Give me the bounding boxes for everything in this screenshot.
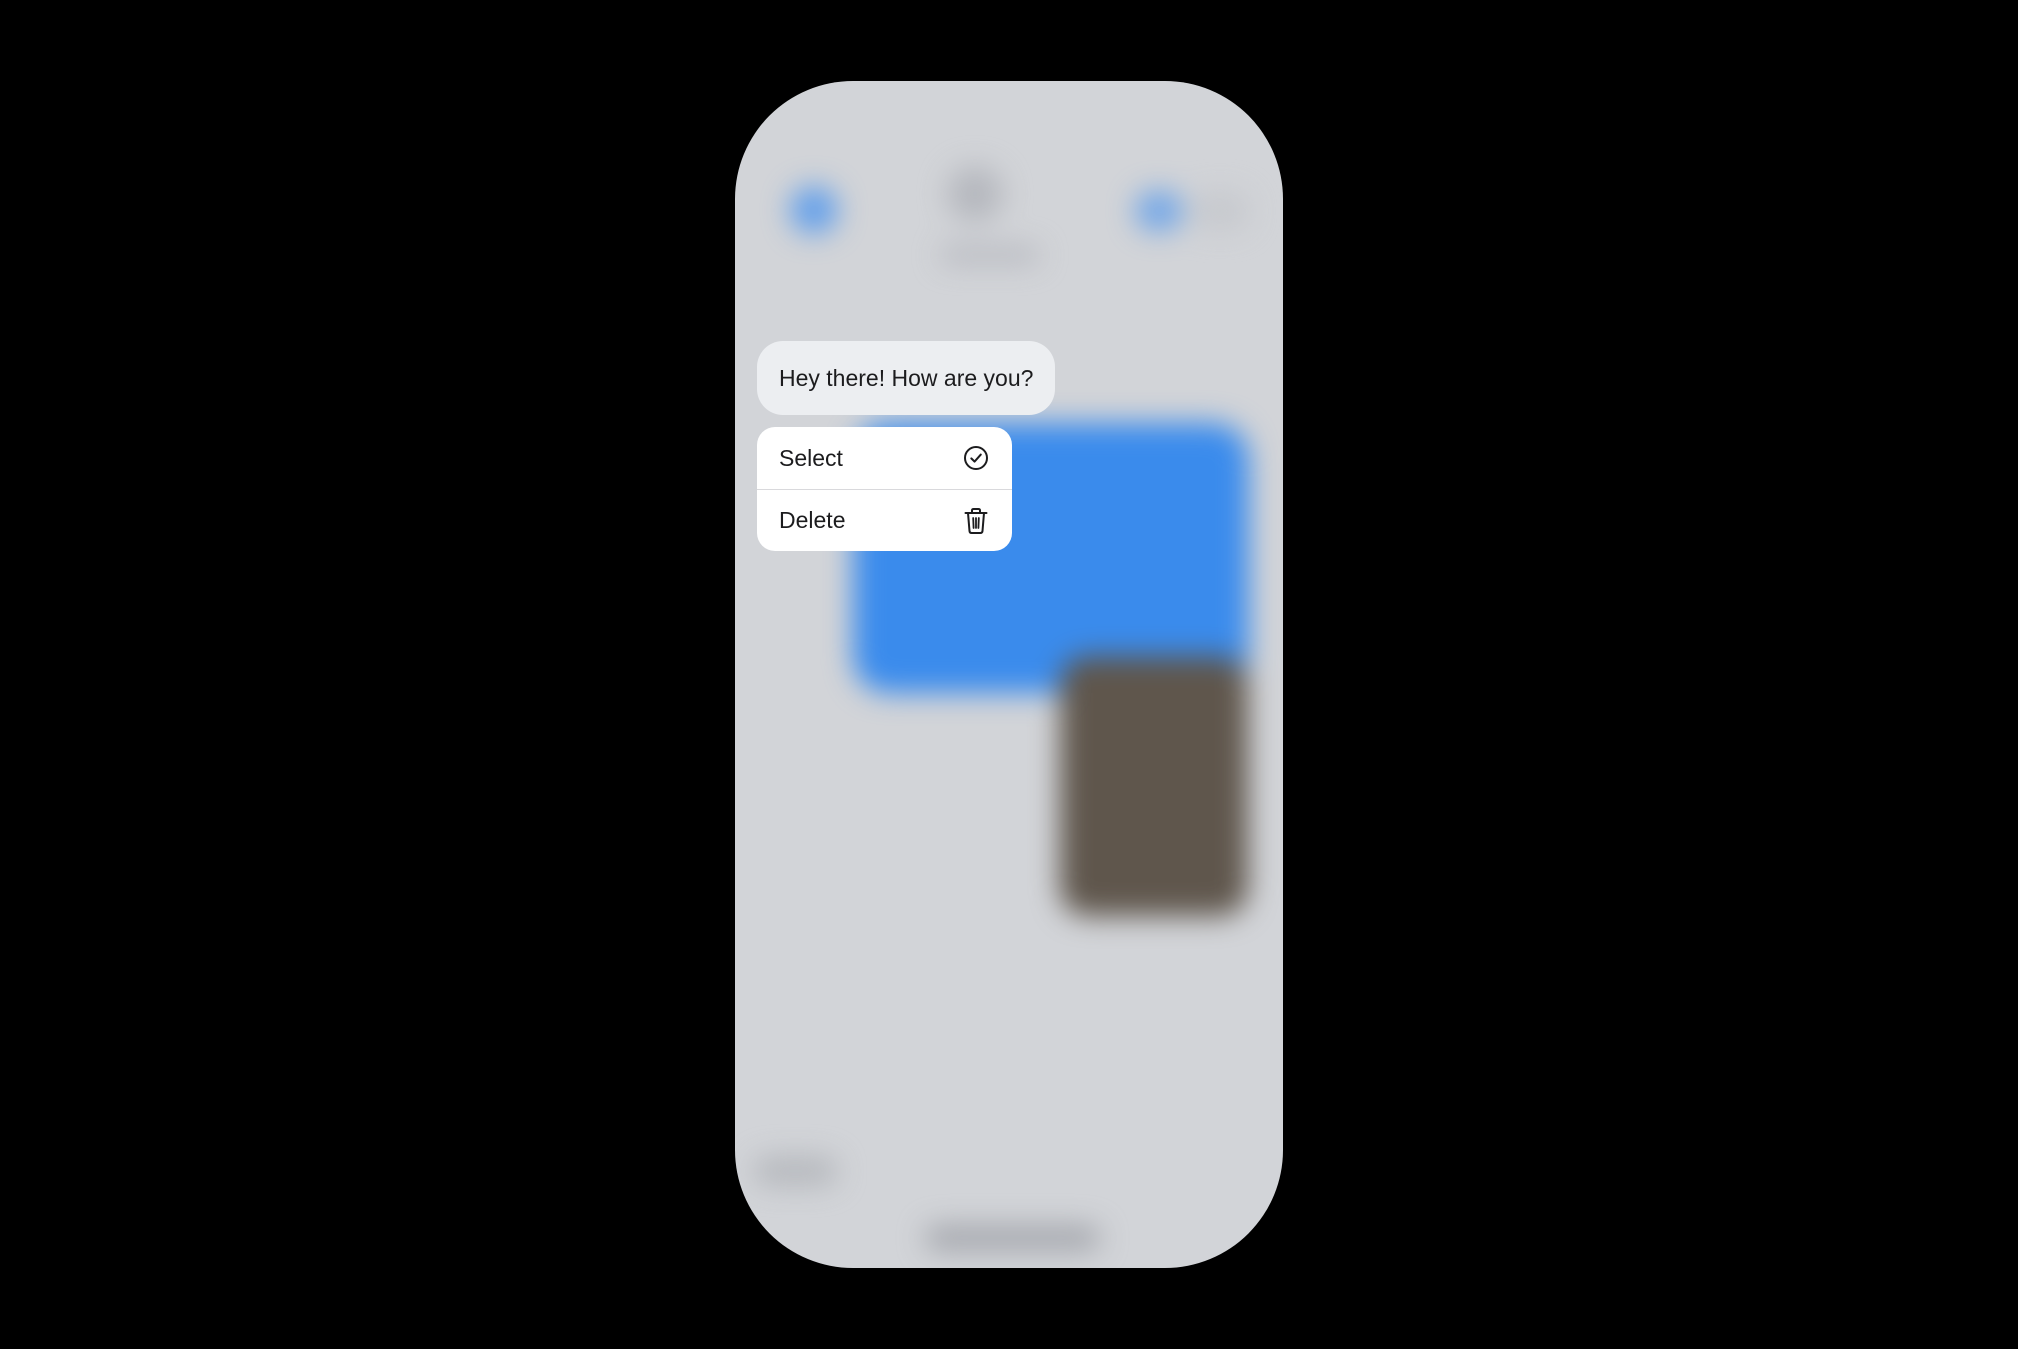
menu-item-label: Select — [779, 444, 843, 471]
sent-image-bubble — [1060, 656, 1248, 916]
menu-item-delete[interactable]: Delete — [757, 489, 1012, 551]
message-input-placeholder — [753, 1156, 838, 1186]
trash-icon — [962, 507, 990, 535]
home-indicator — [925, 1226, 1100, 1250]
stage: Hey there! How are you? Select Delete — [0, 0, 2018, 1349]
blurred-conversation-background — [735, 81, 1283, 1268]
menu-item-label: Delete — [779, 507, 846, 533]
contact-avatar — [947, 166, 1003, 222]
back-button — [790, 186, 838, 234]
focused-message-bubble[interactable]: Hey there! How are you? — [757, 341, 1056, 415]
phone-screen: Hey there! How are you? Select Delete — [735, 81, 1283, 1268]
call-button — [1190, 191, 1250, 231]
contact-name — [940, 246, 1040, 264]
context-menu: Select Delete — [757, 427, 1012, 551]
menu-item-select[interactable]: Select — [757, 427, 1012, 489]
checkmark-circle-icon — [962, 444, 990, 472]
video-call-button — [1135, 191, 1183, 231]
